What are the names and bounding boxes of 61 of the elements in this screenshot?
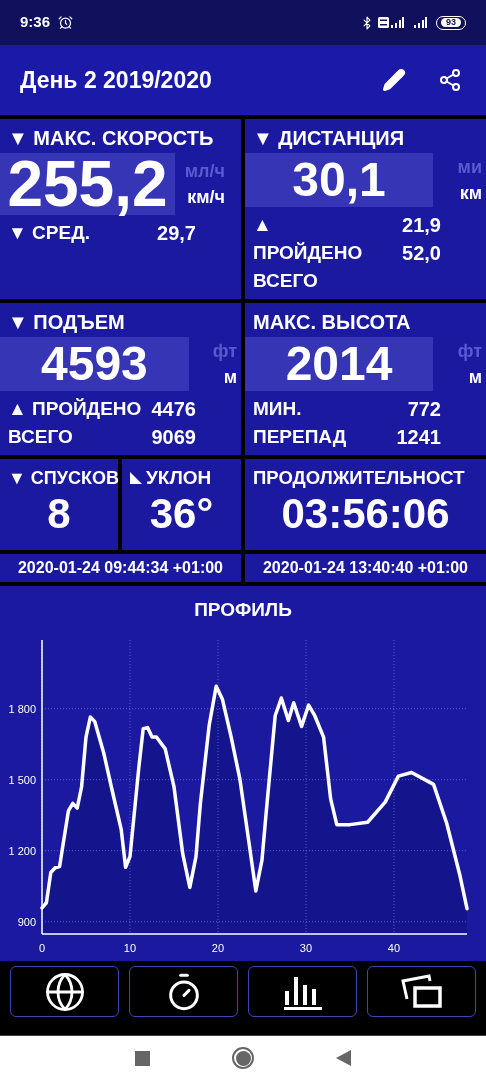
toolbar-button[interactable] bbox=[129, 966, 238, 1017]
main-value: 36° bbox=[149, 493, 214, 535]
panel-title: ▼ МАКС. СКОРОСТЬ bbox=[7, 126, 215, 151]
app-title: День 2 2019/2020 bbox=[20, 65, 213, 95]
globe-icon bbox=[43, 970, 86, 1013]
toolbar-button[interactable] bbox=[10, 966, 119, 1017]
toolbar-button[interactable] bbox=[248, 966, 357, 1017]
panel-title: ▼ ДИСТАНЦИЯ bbox=[252, 126, 406, 151]
recents-button[interactable] bbox=[135, 1050, 150, 1066]
status-time: 9:36 bbox=[20, 12, 51, 33]
unit-option[interactable]: км bbox=[459, 182, 482, 205]
main-value: 255,2 bbox=[7, 152, 168, 216]
panel-title: ПРОДОЛЖИТЕЛЬНОСТ bbox=[252, 466, 465, 490]
slope-icon bbox=[130, 472, 142, 484]
y-tick-label: 1 500 bbox=[8, 773, 36, 786]
row-label: ▲ ПРОЙДЕНО bbox=[8, 397, 142, 421]
chart-title: ПРОФИЛЬ bbox=[194, 598, 292, 622]
y-tick-label: 1 800 bbox=[8, 702, 36, 715]
x-tick-label: 40 bbox=[387, 942, 401, 954]
x-tick-label: 0 bbox=[38, 942, 46, 954]
y-tick-label: 1 200 bbox=[8, 844, 36, 857]
main-value: 2014 bbox=[285, 340, 393, 388]
home-button[interactable] bbox=[232, 1047, 254, 1069]
x-tick-label: 20 bbox=[211, 942, 225, 954]
row-label: ▼ СРЕД. bbox=[8, 221, 90, 245]
row-label: ВСЕГО bbox=[8, 425, 73, 449]
row-label: ВСЕГО bbox=[253, 269, 318, 293]
x-tick-label: 30 bbox=[299, 942, 313, 954]
panel-title: УКЛОН bbox=[146, 466, 212, 490]
windows-icon bbox=[400, 972, 443, 1011]
row-label: ПЕРЕПАД bbox=[253, 425, 347, 449]
main-value: 4593 bbox=[41, 340, 148, 388]
alarm-icon bbox=[58, 15, 74, 30]
row-value: 1241 bbox=[396, 425, 441, 450]
signal-icon bbox=[412, 17, 428, 28]
row-value: 9069 bbox=[151, 425, 196, 450]
main-value: 03:56:06 bbox=[281, 493, 450, 535]
unit-option[interactable]: м bbox=[468, 366, 482, 389]
y-tick-label: 900 bbox=[17, 915, 36, 928]
main-value: 30,1 bbox=[292, 156, 386, 204]
panel-title: ▼ СПУСКОВ bbox=[7, 467, 119, 490]
panel-title: ▼ ПОДЪЕМ bbox=[7, 310, 126, 335]
back-button[interactable] bbox=[336, 1050, 351, 1066]
volte-icon bbox=[378, 17, 389, 28]
row-label: ▲ bbox=[253, 213, 272, 237]
row-value: 772 bbox=[407, 397, 441, 422]
toolbar-button[interactable] bbox=[367, 966, 476, 1017]
row-value: 29,7 bbox=[157, 221, 196, 246]
x-tick-label: 10 bbox=[123, 942, 137, 954]
unit-option[interactable]: км/ч bbox=[187, 186, 225, 209]
panel-title: МАКС. ВЫСОТА bbox=[252, 310, 412, 335]
main-value: 8 bbox=[47, 493, 71, 535]
row-value: 21,9 bbox=[402, 213, 441, 238]
row-value: 52,0 bbox=[402, 241, 441, 266]
unit-option[interactable]: м bbox=[223, 366, 237, 389]
end-time: 2020-01-24 13:40:40 +01:00 bbox=[262, 558, 468, 578]
start-time: 2020-01-24 09:44:34 +01:00 bbox=[17, 558, 223, 578]
row-label: МИН. bbox=[253, 397, 302, 421]
row-value: 4476 bbox=[151, 397, 196, 422]
signal-icon bbox=[390, 17, 404, 28]
row-label: ПРОЙДЕНО bbox=[253, 241, 363, 265]
